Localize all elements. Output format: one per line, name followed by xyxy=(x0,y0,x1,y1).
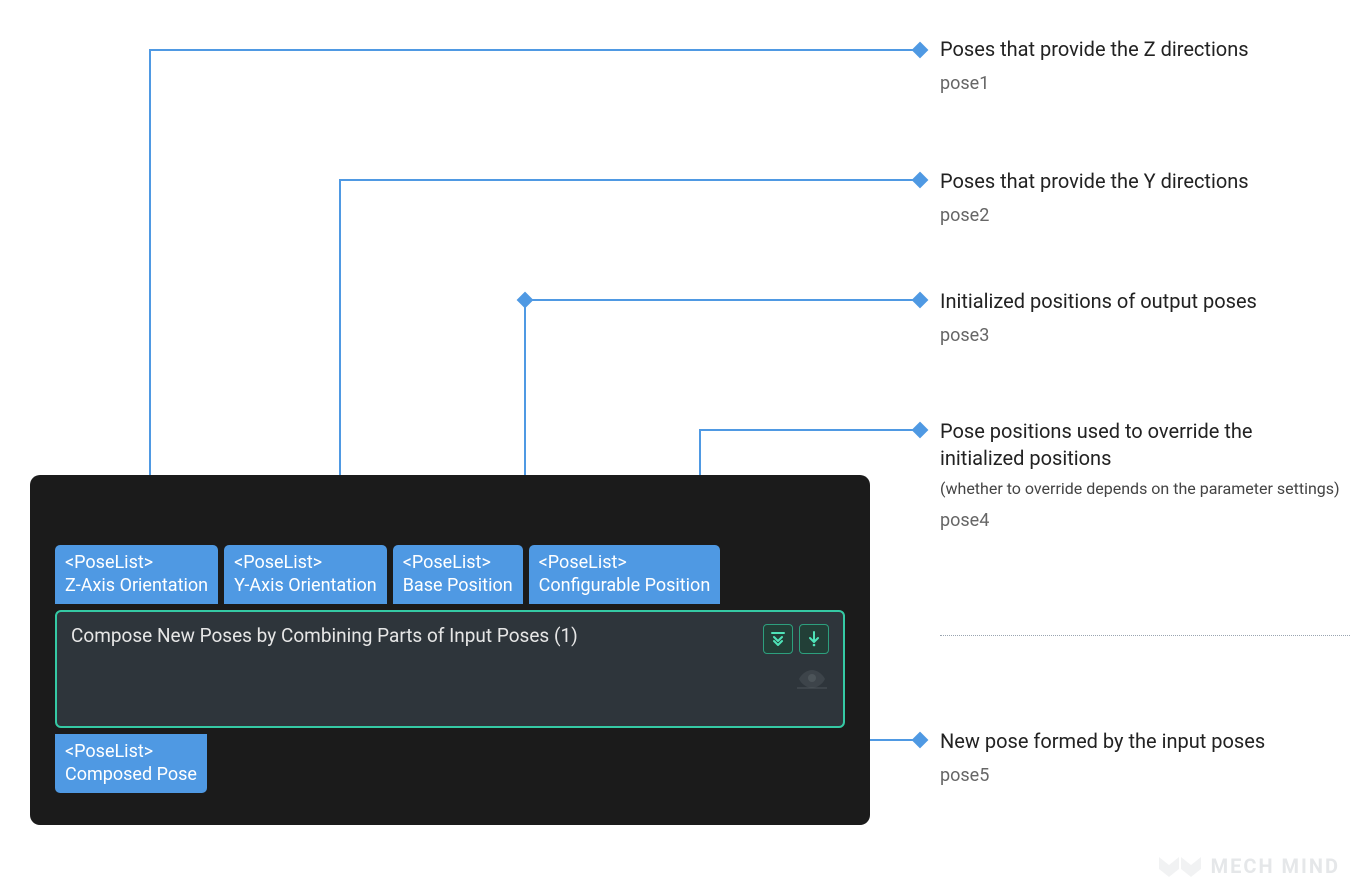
port-type: <PoseList> xyxy=(65,740,197,763)
expand-down-icon[interactable] xyxy=(763,624,793,654)
annotation-tag: pose1 xyxy=(940,73,1249,94)
input-port-configurable-position[interactable]: <PoseList> Configurable Position xyxy=(529,545,721,604)
watermark-logo-icon xyxy=(1157,853,1203,879)
watermark-text: MECH MIND xyxy=(1211,854,1340,878)
node-panel: <PoseList> Z-Axis Orientation <PoseList>… xyxy=(30,475,870,825)
input-port-z-axis[interactable]: <PoseList> Z-Axis Orientation xyxy=(55,545,218,604)
output-port-composed-pose[interactable]: <PoseList> Composed Pose xyxy=(55,734,207,793)
port-name: Configurable Position xyxy=(539,574,711,597)
node-icon-group xyxy=(763,624,829,692)
annotation-title: New pose formed by the input poses xyxy=(940,728,1265,755)
annotation-title: Initialized positions of output poses xyxy=(940,288,1257,315)
port-name: Y-Axis Orientation xyxy=(234,574,377,597)
input-port-y-axis[interactable]: <PoseList> Y-Axis Orientation xyxy=(224,545,387,604)
node-body[interactable]: Compose New Poses by Combining Parts of … xyxy=(55,610,845,728)
port-name: Z-Axis Orientation xyxy=(65,574,208,597)
node-title: Compose New Poses by Combining Parts of … xyxy=(71,624,578,647)
diagram-canvas: Poses that provide the Z directions pose… xyxy=(0,0,1356,889)
annotation-sub: (whether to override depends on the para… xyxy=(940,478,1340,500)
annotation-override-positions: Pose positions used to override the init… xyxy=(940,418,1340,531)
annotation-tag: pose5 xyxy=(940,765,1265,786)
port-type: <PoseList> xyxy=(539,551,711,574)
annotation-title: Poses that provide the Z directions xyxy=(940,36,1249,63)
annotation-tag: pose4 xyxy=(940,510,1340,531)
annotation-tag: pose3 xyxy=(940,325,1257,346)
port-type: <PoseList> xyxy=(234,551,377,574)
port-name: Composed Pose xyxy=(65,763,197,786)
annotation-tag: pose2 xyxy=(940,205,1249,226)
visibility-eye-icon[interactable] xyxy=(795,666,829,692)
input-port-base-position[interactable]: <PoseList> Base Position xyxy=(393,545,523,604)
output-ports-row: <PoseList> Composed Pose xyxy=(55,734,845,793)
annotation-output-pose: New pose formed by the input poses pose5 xyxy=(940,728,1265,786)
watermark: MECH MIND xyxy=(1157,853,1340,879)
annotation-initialized-positions: Initialized positions of output poses po… xyxy=(940,288,1257,346)
port-type: <PoseList> xyxy=(403,551,513,574)
section-divider xyxy=(940,635,1350,636)
annotation-z-directions: Poses that provide the Z directions pose… xyxy=(940,36,1249,94)
port-name: Base Position xyxy=(403,574,513,597)
execute-down-icon[interactable] xyxy=(799,624,829,654)
annotation-y-directions: Poses that provide the Y directions pose… xyxy=(940,168,1249,226)
input-ports-row: <PoseList> Z-Axis Orientation <PoseList>… xyxy=(55,545,845,604)
annotation-title: Poses that provide the Y directions xyxy=(940,168,1249,195)
annotation-title: Pose positions used to override the init… xyxy=(940,418,1340,472)
port-type: <PoseList> xyxy=(65,551,208,574)
